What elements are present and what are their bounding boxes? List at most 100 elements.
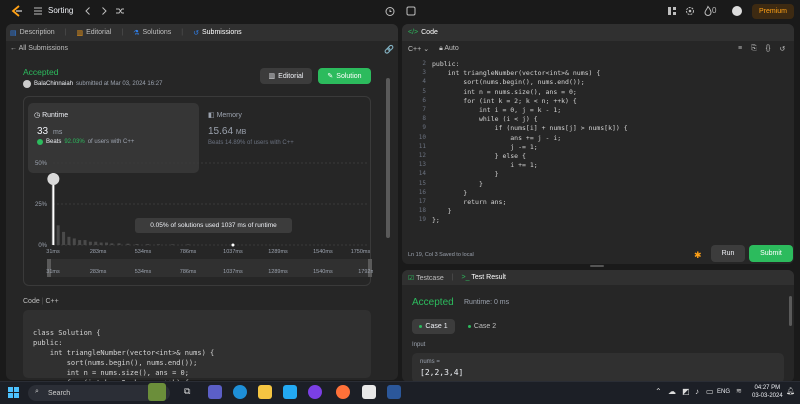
tray-chevron-up-icon[interactable]: ⌃ [655, 387, 662, 396]
network-icon[interactable]: ◩ [682, 387, 690, 396]
file-explorer-icon[interactable] [258, 385, 272, 399]
task-view-icon[interactable]: ⧉ [184, 386, 190, 397]
teams-icon[interactable] [208, 385, 222, 399]
editor-code-line: } else { [432, 152, 526, 160]
editorial-button[interactable]: ▥ Editorial [260, 68, 312, 84]
runtime-label-text: Runtime [42, 112, 69, 119]
chart-tooltip: 0.05% of solutions used 1037 ms of runti… [135, 218, 292, 233]
clock-icon: ◷ [34, 112, 43, 119]
panel-resize-handle[interactable] [590, 265, 604, 267]
share-link-icon[interactable]: 🔗 [384, 45, 394, 54]
chart-bar [146, 244, 150, 245]
tab-submissions[interactable]: ↺ Submissions [193, 29, 242, 37]
back-to-all-submissions[interactable]: ← All Submissions [10, 45, 68, 52]
reset-icon[interactable]: ↺ [779, 45, 785, 53]
format-icon[interactable]: ≡ [738, 45, 742, 53]
left-panel-scrollbar[interactable] [386, 78, 390, 238]
code-editor[interactable]: 2 public: 3 int triangleNumber(vector<int>… [402, 57, 794, 233]
line-number: 8 [422, 115, 426, 123]
minimap-tick-label: 283ms [90, 269, 107, 275]
memory-label[interactable]: ◧ Memory [208, 111, 242, 119]
tab-divider: | [451, 274, 454, 281]
tooltip-anchor-dot [231, 243, 235, 247]
timer-icon[interactable] [384, 5, 396, 17]
result-scrollbar[interactable] [789, 296, 792, 326]
tab-description[interactable]: ▤ Description [10, 29, 55, 37]
clock-time: 04:27 PM [754, 385, 781, 391]
premium-button[interactable]: Premium [752, 4, 794, 19]
layout-icon[interactable] [666, 5, 678, 17]
search-highlight-image[interactable] [148, 383, 166, 401]
submission-status: Accepted [23, 67, 59, 77]
settings-gear-icon[interactable] [684, 5, 696, 17]
runtime-distribution-chart[interactable]: 50%25%0%31ms 283ms 534ms 786ms 1037ms 1289ms 1… [23, 155, 373, 277]
checkbox-icon: ☑ [408, 274, 417, 282]
memory-chip-icon: ◧ [208, 112, 217, 119]
beats-prefix: Beats [46, 139, 62, 145]
problem-list-icon[interactable] [32, 5, 44, 17]
problem-list-title[interactable]: Sorting [48, 6, 73, 15]
editor-code-line: sort(nums.begin(), nums.end()); [432, 78, 585, 87]
code-brackets-icon: </> [408, 29, 419, 36]
line-number: 14 [418, 170, 426, 178]
x-tick-label: 1289ms [268, 249, 288, 255]
runtime-value: 33 [37, 126, 49, 137]
app-icon[interactable] [308, 385, 322, 399]
wifi-icon[interactable]: ≋ [736, 387, 742, 395]
author-avatar[interactable] [23, 80, 31, 88]
input-var-value: [2,2,3,4] [420, 368, 464, 377]
input-language[interactable]: ENG [717, 389, 730, 395]
chevron-down-icon: ⌄ [423, 46, 430, 53]
cloud-icon[interactable]: ☁ [668, 387, 676, 396]
submit-button[interactable]: Submit [749, 245, 793, 262]
memory-unit: MB [235, 129, 247, 136]
code-line: class Solution { [33, 329, 101, 337]
edge-icon[interactable] [233, 385, 247, 399]
chart-bar [117, 243, 121, 245]
editor-code-line: return ans; [432, 198, 507, 206]
y-tick-label: 25% [35, 202, 48, 208]
volume-icon[interactable]: ♪ [695, 387, 699, 396]
user-avatar[interactable] [732, 6, 742, 16]
system-clock[interactable]: 04:27 PM 03-03-2024 [752, 384, 783, 400]
leetcode-logo-icon[interactable] [10, 4, 24, 18]
author-name[interactable]: BalaChinnaiah [34, 81, 73, 87]
vscode-icon[interactable] [283, 385, 297, 399]
editor-code-line: while (i < j) { [432, 115, 538, 124]
tab-editorial[interactable]: ▥ Editorial [76, 29, 111, 37]
firefox-icon[interactable] [336, 385, 350, 399]
tab-testcase[interactable]: ☑ Testcase [408, 274, 444, 282]
next-problem-icon[interactable] [98, 5, 110, 17]
braces-icon[interactable]: {} [766, 45, 771, 53]
pass-dot-icon [419, 325, 423, 328]
word-icon[interactable] [387, 385, 401, 399]
memory-beats: Beats 14.89% of users with C++ [208, 140, 294, 146]
notification-bell-icon[interactable]: 🔔︎ [786, 387, 795, 395]
line-number: 5 [422, 87, 426, 95]
battery-icon[interactable]: ▭ [706, 387, 714, 396]
beats-check-icon [37, 139, 43, 145]
notepad-icon[interactable] [362, 385, 376, 399]
case-1-tab[interactable]: Case 1 [412, 319, 455, 334]
minimap-tick-label: 1540ms [313, 269, 333, 275]
tab-test-result[interactable]: >_ Test Result [462, 274, 506, 281]
run-button[interactable]: Run [711, 245, 745, 262]
minimap-tick-label: 1792ms [358, 269, 373, 275]
windows-start-icon[interactable] [8, 387, 19, 398]
debug-bug-icon[interactable]: ✱ [694, 250, 702, 261]
prev-problem-icon[interactable] [82, 5, 94, 17]
chart-bar [67, 236, 71, 245]
solution-button[interactable]: ✎ Solution [318, 68, 371, 84]
language-select[interactable]: C++ ⌄ [408, 45, 429, 53]
shuffle-icon[interactable] [114, 5, 126, 17]
auto-mode-toggle[interactable]: 🔒︎ Auto [439, 45, 459, 53]
notes-icon[interactable] [405, 5, 417, 17]
runtime-unit: ms [53, 129, 63, 136]
bookmark-icon[interactable]: ⎘ [751, 45, 757, 53]
tab-solutions[interactable]: ⚗ Solutions [133, 29, 171, 37]
line-number: 19 [418, 216, 426, 224]
code-panel-header: </> Code [402, 24, 794, 41]
case-2-tab[interactable]: Case 2 [462, 319, 502, 334]
line-number: 4 [422, 78, 426, 86]
line-number: 10 [418, 133, 426, 141]
